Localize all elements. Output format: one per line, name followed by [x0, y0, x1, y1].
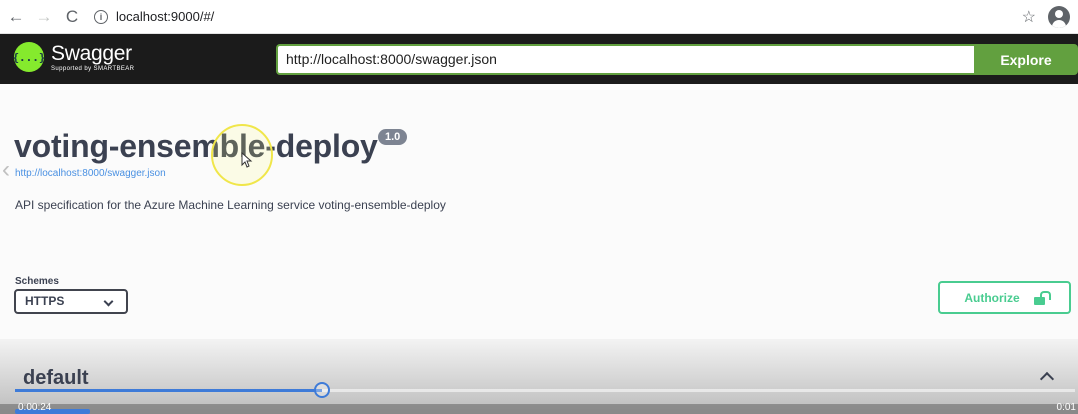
schemes-selected-value: HTTPS — [25, 294, 65, 308]
video-progress-bar[interactable] — [15, 382, 1075, 398]
schemes-select[interactable]: HTTPS — [14, 289, 128, 314]
spec-link[interactable]: http://localhost:8000/swagger.json — [15, 168, 166, 179]
forward-arrow-icon[interactable]: → — [30, 3, 58, 31]
api-title: voting-ensemble-deploy — [14, 128, 378, 164]
left-arrow-icon: ‹ — [2, 156, 10, 183]
swagger-logo-text: Swagger Supported by SMARTBEAR — [51, 41, 135, 72]
authorize-button[interactable]: Authorize — [938, 281, 1071, 314]
video-elapsed-time: 0:00:24 — [18, 402, 52, 413]
authorize-label: Authorize — [964, 290, 1020, 305]
chevron-down-icon — [103, 296, 114, 307]
swagger-logo[interactable]: {...} Swagger Supported by SMARTBEAR — [12, 41, 135, 72]
browser-toolbar: ← → C i localhost:9000/#/ ☆ — [0, 0, 1078, 34]
address-bar-url: localhost:9000/#/ — [116, 9, 215, 24]
swagger-topbar: {...} Swagger Supported by SMARTBEAR htt… — [0, 34, 1078, 84]
video-controls-band — [0, 404, 1078, 414]
swagger-logo-subtitle: Supported by SMARTBEAR — [51, 65, 135, 72]
mouse-cursor-icon — [241, 151, 253, 172]
api-description: API specification for the Azure Machine … — [15, 198, 446, 212]
chevron-up-icon[interactable] — [1039, 371, 1055, 387]
operations-section: default — [0, 339, 1078, 414]
account-icon[interactable] — [1048, 6, 1070, 28]
address-bar[interactable]: i localhost:9000/#/ — [94, 4, 614, 30]
version-badge: 1.0 — [378, 129, 408, 145]
lock-icon — [1033, 291, 1045, 305]
explore-button[interactable]: Explore — [974, 44, 1078, 75]
api-info-section: voting-ensemble-deploy 1.0 ‹ http://loca… — [0, 84, 1078, 339]
swagger-logo-icon: {...} — [12, 42, 46, 72]
video-progress-fill — [15, 389, 323, 392]
info-icon[interactable]: i — [94, 9, 108, 24]
star-icon[interactable]: ☆ — [1022, 7, 1036, 27]
back-arrow-icon[interactable]: ← — [2, 3, 30, 31]
video-total-time: 0:01 — [1056, 402, 1076, 413]
swagger-logo-name: Swagger — [51, 41, 132, 65]
reload-icon[interactable]: C — [58, 3, 86, 31]
tag-default-header[interactable]: default — [23, 367, 89, 390]
schemes-label: Schemes — [15, 276, 59, 287]
spec-url-input[interactable]: http://localhost:8000/swagger.json — [276, 44, 974, 75]
